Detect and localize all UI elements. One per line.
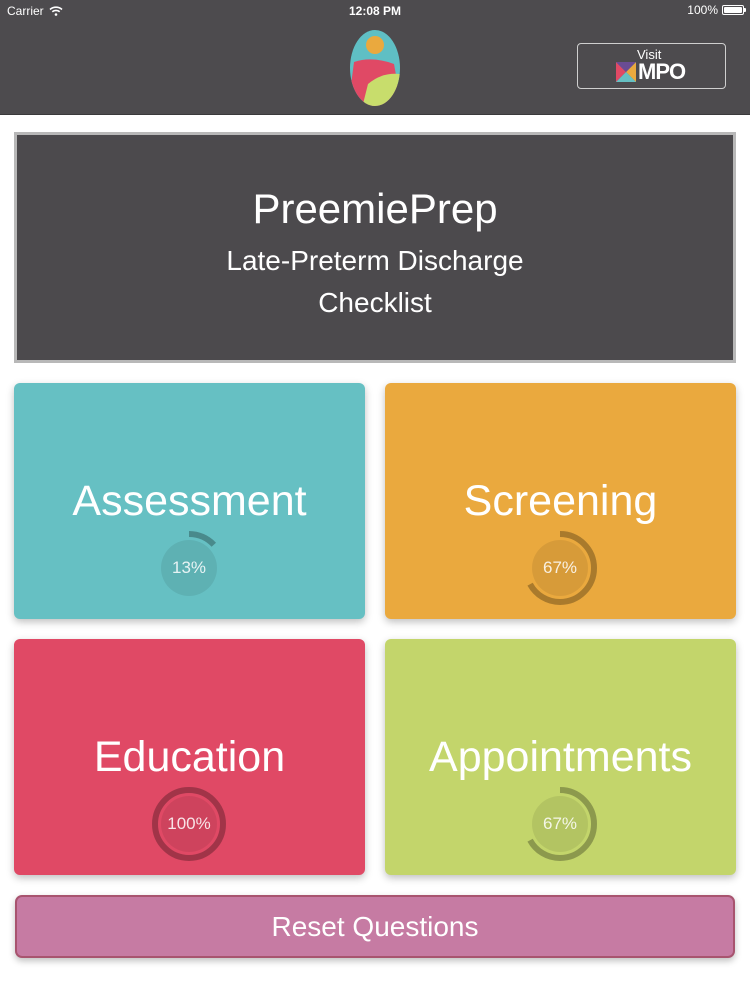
appointments-tile[interactable]: Appointments 67%: [385, 639, 736, 875]
progress-ring: 100%: [149, 784, 229, 864]
progress-percent: 67%: [542, 558, 578, 577]
battery-icon: [722, 5, 746, 15]
tile-label: Education: [93, 733, 286, 781]
status-bar: Carrier 12:08 PM 100%: [0, 0, 750, 22]
mpo-logo-icon: [616, 62, 636, 82]
app-subtitle: Late-Preterm Discharge Checklist: [226, 245, 524, 318]
nav-bar: Visit MPO: [0, 22, 750, 115]
header-card: PreemiePrep Late-Preterm Discharge Check…: [14, 132, 736, 363]
visit-brand: MPO: [638, 59, 686, 84]
tile-label: Screening: [463, 477, 658, 525]
app-title: PreemiePrep: [252, 185, 498, 232]
assessment-tile[interactable]: Assessment 13%: [14, 383, 365, 619]
progress-percent: 67%: [542, 814, 578, 833]
battery-percent: 100%: [687, 3, 718, 17]
tile-label: Appointments: [429, 733, 692, 781]
screening-tile[interactable]: Screening 67%: [385, 383, 736, 619]
reset-questions-button[interactable]: Reset Questions: [15, 895, 735, 958]
visit-mpo-button[interactable]: Visit MPO: [577, 43, 726, 89]
tile-label: Assessment: [72, 477, 307, 525]
status-right: 100%: [687, 3, 746, 17]
education-tile[interactable]: Education 100%: [14, 639, 365, 875]
progress-ring: 67%: [520, 528, 600, 608]
progress-ring: 67%: [520, 784, 600, 864]
status-time: 12:08 PM: [348, 4, 402, 18]
progress-ring: 13%: [149, 528, 229, 608]
progress-percent: 13%: [171, 558, 207, 577]
app-logo: [348, 28, 402, 113]
progress-percent: 100%: [167, 814, 211, 833]
